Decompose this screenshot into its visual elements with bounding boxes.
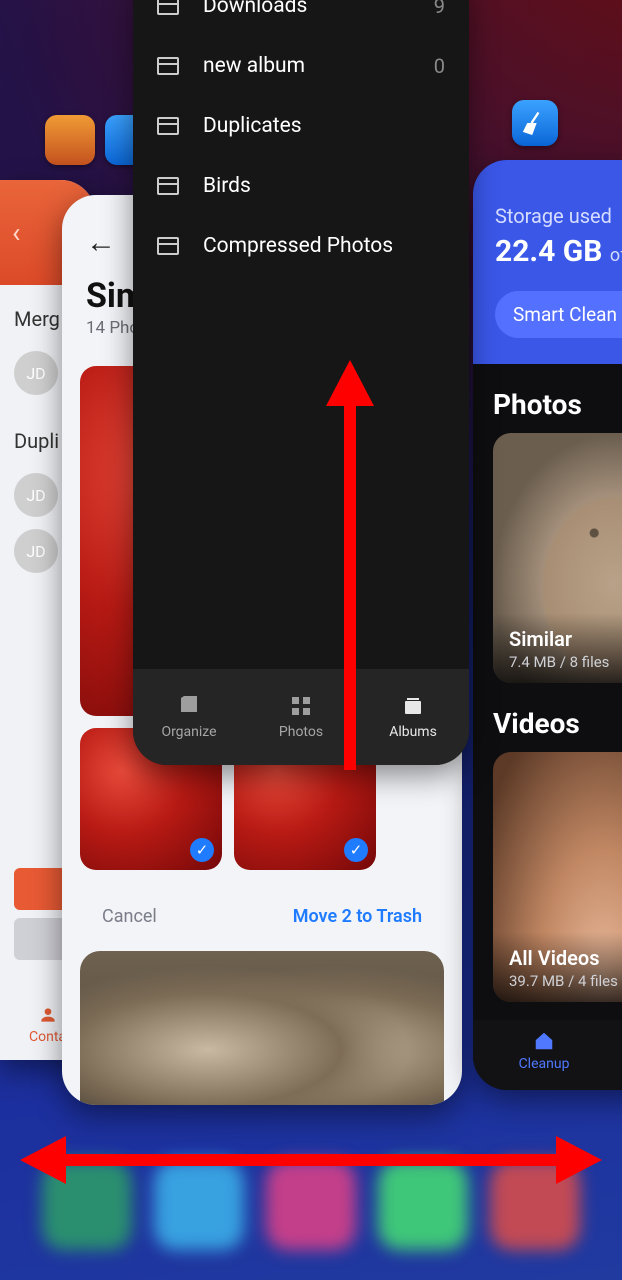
tab-photos[interactable]: Photos: [245, 669, 357, 765]
dock-app-icon[interactable]: [378, 1160, 468, 1250]
album-label: Downloads: [203, 0, 434, 18]
bottom-nav: Cleanup Chargin: [473, 1020, 622, 1090]
selected-check-icon[interactable]: ✓: [344, 838, 368, 862]
tab-contacts-label: Conta: [29, 1029, 66, 1045]
album-row[interactable]: Birds: [133, 156, 469, 216]
videos-heading: Videos: [493, 707, 622, 740]
album-count: 9: [434, 0, 445, 18]
bottom-tab-bar: Organize Photos Albums: [133, 669, 469, 765]
storage-total-label: of 63.: [610, 245, 622, 266]
photos-heading: Photos: [493, 388, 622, 421]
back-chevron-icon[interactable]: ‹: [12, 216, 20, 249]
dock-app-icon[interactable]: [154, 1160, 244, 1250]
album-row[interactable]: Compressed Photos: [133, 216, 469, 276]
album-count: 0: [434, 54, 445, 78]
dock-app-icon[interactable]: [42, 1160, 132, 1250]
album-icon: [157, 57, 179, 75]
nav-cleanup-label: Cleanup: [519, 1056, 570, 1072]
home-app-icon-1[interactable]: [45, 115, 95, 165]
album-label: Duplicates: [203, 114, 445, 138]
avatar[interactable]: JD: [14, 351, 58, 395]
app-card-cleanup[interactable]: Storage used 22.4 GB of 63. Smart Clean …: [473, 160, 622, 1090]
album-row[interactable]: Duplicates: [133, 96, 469, 156]
tab-photos-label: Photos: [279, 724, 323, 740]
album-row[interactable]: new album 0: [133, 36, 469, 96]
album-label: Birds: [203, 174, 445, 198]
selected-check-icon[interactable]: ✓: [190, 838, 214, 862]
tab-contacts[interactable]: Conta: [29, 1005, 66, 1045]
dock-app-icon[interactable]: [266, 1160, 356, 1250]
dock: [0, 1130, 622, 1280]
tile-title: Similar: [509, 627, 622, 651]
dock-app-icon[interactable]: [490, 1160, 580, 1250]
tab-organize-label: Organize: [161, 724, 216, 740]
smart-clean-button[interactable]: Smart Clean: [495, 291, 622, 338]
photo-large[interactable]: [80, 951, 444, 1105]
storage-used-label: Storage used: [495, 204, 622, 228]
album-label: new album: [203, 54, 434, 78]
smart-clean-label: Smart Clean: [513, 303, 617, 326]
tile-subtitle: 7.4 MB / 8 files: [509, 653, 622, 671]
nav-cleanup[interactable]: Cleanup: [485, 1030, 603, 1072]
nav-charging[interactable]: Chargin: [603, 1030, 622, 1072]
storage-header: Storage used 22.4 GB of 63. Smart Clean: [473, 160, 622, 364]
album-row[interactable]: Downloads 9: [133, 0, 469, 36]
avatar[interactable]: JD: [14, 529, 58, 573]
videos-all-tile[interactable]: All Videos 39.7 MB / 4 files: [493, 752, 622, 1002]
cancel-button[interactable]: Cancel: [102, 906, 157, 927]
move-to-trash-button[interactable]: Move 2 to Trash: [293, 906, 422, 927]
photos-similar-tile[interactable]: Similar 7.4 MB / 8 files: [493, 433, 622, 683]
album-icon: [157, 237, 179, 255]
app-card-photo-albums[interactable]: Downloads 9 new album 0 Duplicates Birds…: [133, 0, 469, 765]
storage-used-value: 22.4 GB: [495, 234, 602, 269]
album-list: Downloads 9 new album 0 Duplicates Birds…: [133, 0, 469, 276]
tile-title: All Videos: [509, 946, 622, 970]
tab-albums-label: Albums: [389, 724, 437, 740]
tile-subtitle: 39.7 MB / 4 files: [509, 972, 622, 990]
album-icon: [157, 117, 179, 135]
avatar[interactable]: JD: [14, 473, 58, 517]
home-cleaner-app-icon[interactable]: [512, 100, 558, 146]
tab-albums[interactable]: Albums: [357, 669, 469, 765]
album-icon: [157, 0, 179, 15]
album-label: Compressed Photos: [203, 234, 445, 258]
tab-organize[interactable]: Organize: [133, 669, 245, 765]
album-icon: [157, 177, 179, 195]
